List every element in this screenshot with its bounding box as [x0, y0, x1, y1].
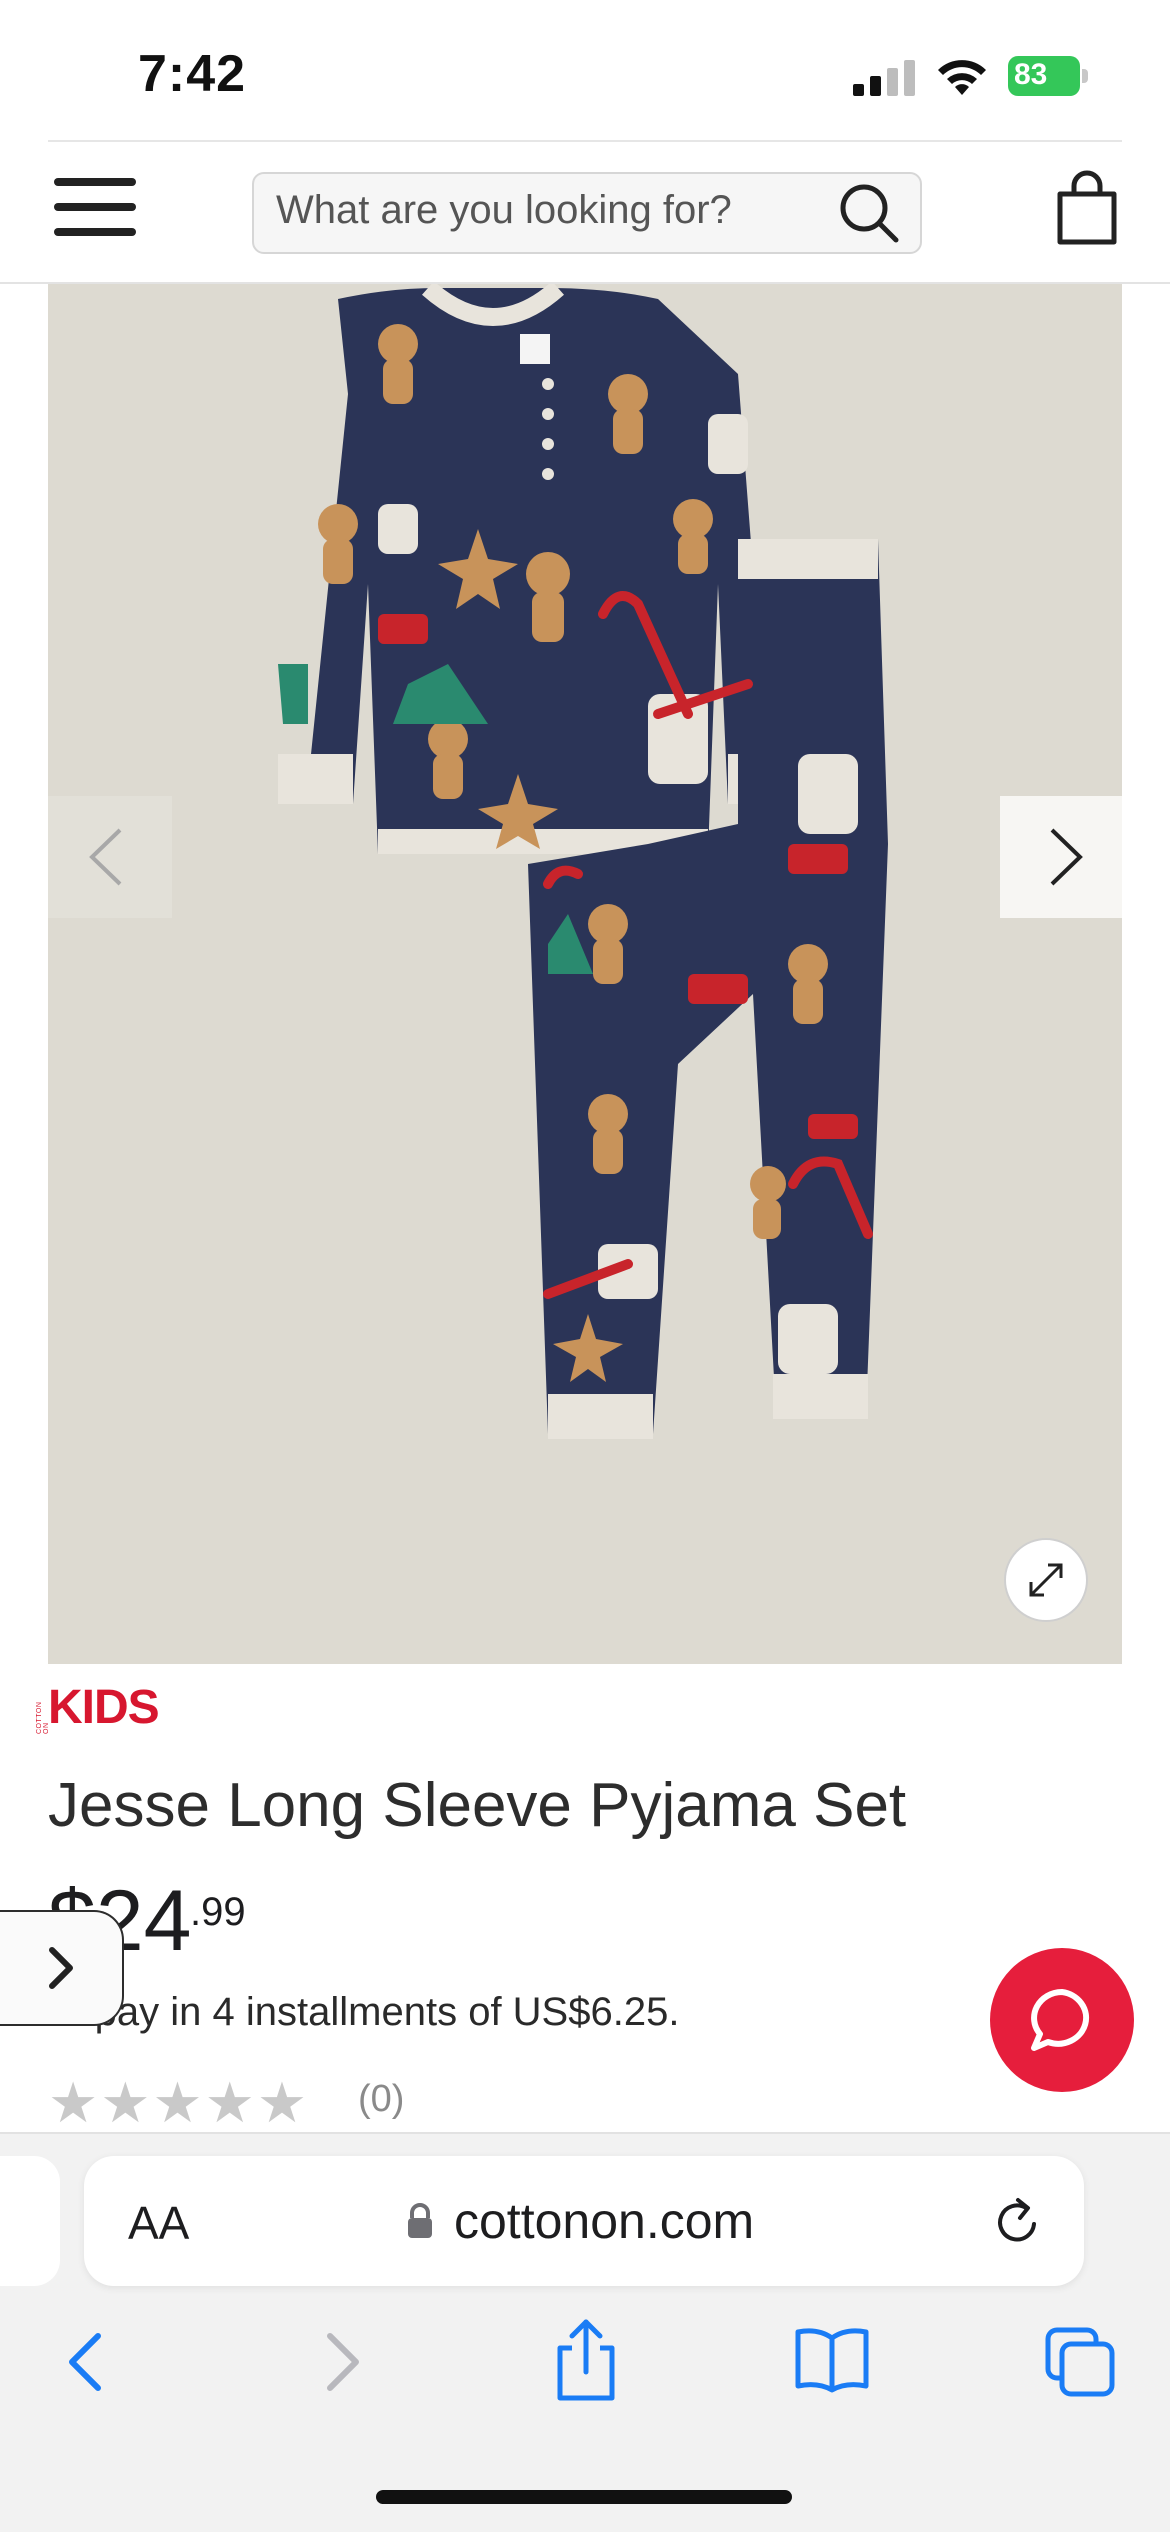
rating-stars[interactable]: ★★★★★ [48, 2070, 309, 2136]
share-icon[interactable] [548, 2318, 624, 2402]
tabs-icon[interactable] [1044, 2326, 1116, 2398]
wifi-icon [938, 60, 986, 95]
status-divider [48, 140, 1122, 142]
lock-icon [408, 2203, 432, 2238]
price-cents: .99 [190, 1890, 246, 1934]
search-icon[interactable] [836, 180, 902, 246]
previous-image-button[interactable] [48, 796, 172, 918]
brand-small-text: COTTON ON [36, 1701, 50, 1734]
forward-icon[interactable] [304, 2326, 376, 2398]
brand-logo[interactable]: KIDS [48, 1680, 160, 1735]
screen: 7:42 83 What are you looking for? COTTON… [0, 0, 1170, 2532]
reader-settings-button[interactable]: AA [128, 2196, 189, 2250]
home-indicator [376, 2490, 792, 2504]
chevron-right-icon [1050, 828, 1083, 886]
expand-image-button[interactable] [1004, 1538, 1088, 1622]
url-text[interactable]: cottonon.com [454, 2192, 754, 2250]
pyjama-illustration [278, 284, 888, 1439]
signal-icon [853, 60, 915, 96]
previous-tab-card[interactable] [0, 2156, 60, 2286]
next-image-button[interactable] [1000, 796, 1122, 918]
product-title: Jesse Long Sleeve Pyjama Set [48, 1771, 907, 1840]
product-image[interactable] [48, 284, 1122, 1664]
status-time: 7:42 [138, 45, 247, 103]
expand-icon [1029, 1563, 1063, 1597]
battery-level: 83 [1014, 58, 1048, 91]
chevron-left-icon [89, 828, 122, 886]
chevron-right-icon [49, 1947, 73, 1989]
bag-icon[interactable] [1054, 170, 1120, 246]
bookmarks-icon[interactable] [794, 2326, 870, 2394]
review-count[interactable]: (0) [358, 2078, 404, 2121]
reload-icon[interactable] [990, 2194, 1046, 2250]
back-icon[interactable] [52, 2326, 124, 2398]
side-drawer-tab[interactable] [0, 1910, 124, 2026]
menu-icon[interactable] [54, 178, 136, 236]
battery-icon: 83 [1008, 56, 1088, 96]
chat-icon [1031, 1989, 1090, 2051]
installments-text: or pay in 4 installments of US$6.25. [48, 1990, 680, 2034]
chat-button[interactable] [990, 1948, 1134, 2092]
search-placeholder: What are you looking for? [276, 188, 732, 232]
